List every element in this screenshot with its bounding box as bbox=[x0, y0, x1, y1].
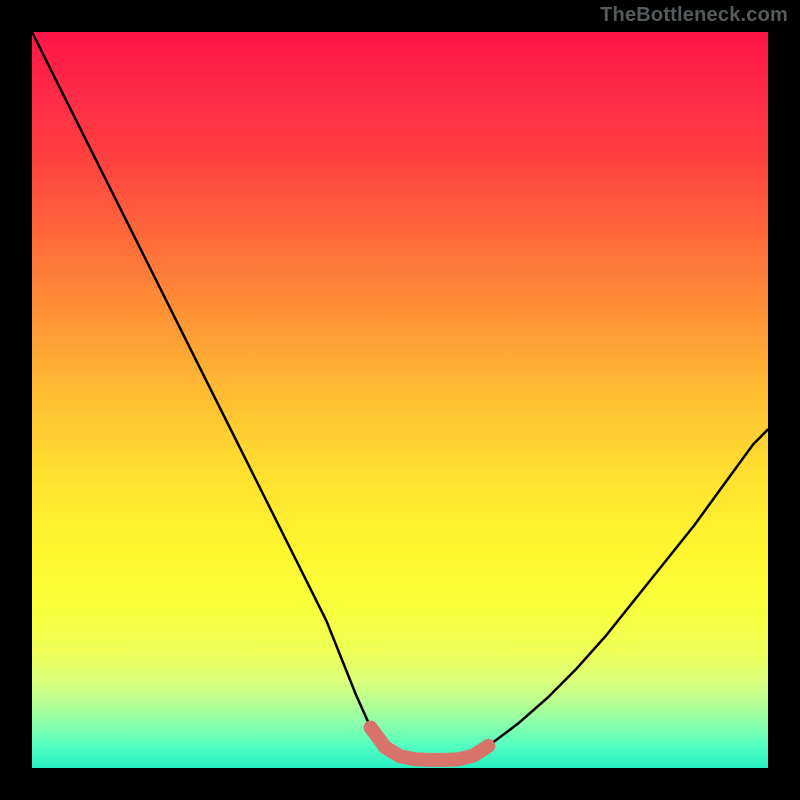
plot-area bbox=[32, 32, 768, 768]
curve-path bbox=[32, 32, 768, 760]
flat-bottom-band bbox=[371, 728, 489, 760]
bottleneck-curve bbox=[32, 32, 768, 768]
watermark-text: TheBottleneck.com bbox=[600, 4, 788, 27]
chart-frame: TheBottleneck.com bbox=[0, 0, 800, 800]
